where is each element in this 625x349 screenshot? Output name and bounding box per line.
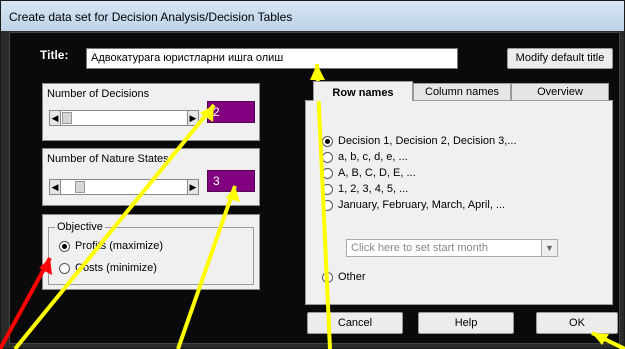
nature-states-value: 3 bbox=[213, 174, 220, 188]
objective-option-label: Profits (maximize) bbox=[75, 240, 164, 252]
row-option-label: Decision 1, Decision 2, Decision 3,... bbox=[338, 135, 517, 147]
nature-states-right-arrow-icon[interactable]: ▶ bbox=[187, 179, 199, 195]
row-option-decision[interactable]: Decision 1, Decision 2, Decision 3,... bbox=[322, 135, 517, 147]
objective-group: Objective Profits (maximize) Costs (mini… bbox=[48, 221, 254, 285]
decisions-slider-thumb[interactable] bbox=[62, 112, 72, 124]
radio-unselected-icon[interactable] bbox=[322, 167, 333, 179]
radio-unselected-icon[interactable] bbox=[322, 271, 333, 283]
radio-unselected-icon[interactable] bbox=[322, 183, 333, 195]
objective-panel: Objective Profits (maximize) Costs (mini… bbox=[42, 214, 260, 290]
window-titlebar[interactable]: Create data set for Decision Analysis/De… bbox=[1, 1, 624, 31]
tab-panel-row-names: Decision 1, Decision 2, Decision 3,... a… bbox=[305, 100, 613, 305]
decisions-left-arrow-icon[interactable]: ◀ bbox=[49, 110, 61, 126]
objective-option-profits[interactable]: Profits (maximize) bbox=[59, 240, 163, 252]
tab-control: Row names Column names Overview Decision… bbox=[305, 81, 613, 305]
start-month-placeholder: Click here to set start month bbox=[351, 242, 488, 254]
start-month-combo[interactable]: Click here to set start month ▼ bbox=[346, 239, 558, 257]
row-option-label: January, February, March, April, ... bbox=[338, 199, 506, 211]
title-input[interactable]: Адвокатурага юристларни ишга олиш bbox=[86, 48, 458, 69]
row-option-other[interactable]: Other bbox=[322, 271, 366, 283]
modify-title-button[interactable]: Modify default title bbox=[507, 48, 613, 69]
decisions-slider[interactable]: ◀ ▶ bbox=[49, 110, 199, 126]
row-option-uppercase[interactable]: A, B, C, D, E, ... bbox=[322, 167, 416, 179]
nature-states-slider-thumb[interactable] bbox=[75, 181, 85, 193]
nature-states-slider[interactable]: ◀ ▶ bbox=[49, 179, 199, 195]
tab-overview[interactable]: Overview bbox=[511, 83, 609, 100]
title-input-value: Адвокатурага юристларни ишга олиш bbox=[91, 52, 284, 64]
radio-unselected-icon[interactable] bbox=[322, 151, 333, 163]
row-option-lowercase[interactable]: a, b, c, d, e, ... bbox=[322, 151, 408, 163]
row-option-label: 1, 2, 3, 4, 5, ... bbox=[338, 183, 409, 195]
row-option-label: Other bbox=[338, 271, 366, 283]
decisions-value: 2 bbox=[213, 105, 220, 119]
nature-states-value-box[interactable]: 3 bbox=[207, 170, 255, 192]
row-option-months[interactable]: January, February, March, April, ... bbox=[322, 199, 505, 211]
window-title: Create data set for Decision Analysis/De… bbox=[9, 10, 293, 24]
radio-unselected-icon[interactable] bbox=[322, 199, 333, 211]
row-option-numbers[interactable]: 1, 2, 3, 4, 5, ... bbox=[322, 183, 408, 195]
chevron-down-icon[interactable]: ▼ bbox=[541, 240, 557, 256]
nature-states-label: Number of Nature States bbox=[47, 153, 169, 165]
row-option-label: A, B, C, D, E, ... bbox=[338, 167, 416, 179]
objective-legend: Objective bbox=[55, 221, 105, 233]
radio-selected-icon[interactable] bbox=[322, 135, 333, 147]
title-label: Title: bbox=[40, 48, 69, 62]
radio-unselected-icon[interactable] bbox=[59, 262, 70, 274]
decisions-right-arrow-icon[interactable]: ▶ bbox=[187, 110, 199, 126]
help-button[interactable]: Help bbox=[418, 312, 514, 334]
row-option-label: a, b, c, d, e, ... bbox=[338, 151, 408, 163]
decisions-label: Number of Decisions bbox=[47, 88, 150, 100]
decisions-value-box[interactable]: 2 bbox=[207, 101, 255, 123]
tab-column-names[interactable]: Column names bbox=[413, 83, 511, 100]
tab-row-names[interactable]: Row names bbox=[313, 81, 413, 101]
cancel-button[interactable]: Cancel bbox=[307, 312, 403, 334]
objective-option-label: Costs (minimize) bbox=[75, 262, 157, 274]
ok-button[interactable]: OK bbox=[536, 312, 618, 334]
radio-selected-icon[interactable] bbox=[59, 240, 70, 252]
objective-option-costs[interactable]: Costs (minimize) bbox=[59, 262, 157, 274]
nature-states-left-arrow-icon[interactable]: ◀ bbox=[49, 179, 61, 195]
